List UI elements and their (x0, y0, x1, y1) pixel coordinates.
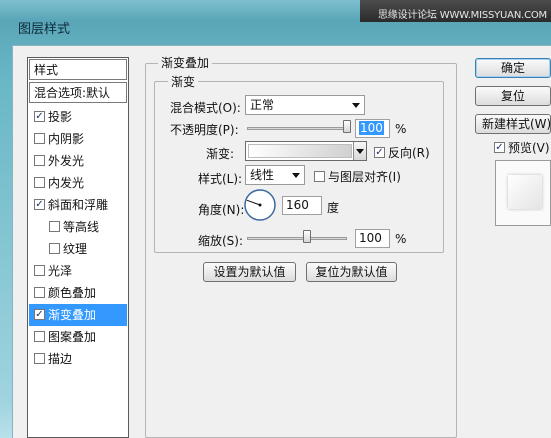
checkbox-icon: ✓ (374, 147, 385, 158)
style-list-item[interactable]: 外发光 (29, 150, 127, 172)
checkbox-icon[interactable]: ✓ (34, 111, 45, 122)
make-default-button[interactable]: 设置为默认值 (203, 262, 296, 282)
style-preview-box (495, 160, 551, 226)
checkbox-icon[interactable] (49, 221, 60, 232)
scale-slider-thumb[interactable] (303, 230, 311, 243)
chevron-down-icon (356, 149, 364, 154)
new-style-button[interactable]: 新建样式(W)... (475, 114, 551, 134)
style-list-item[interactable]: 内发光 (29, 172, 127, 194)
align-with-layer-checkbox[interactable]: 与图层对齐(I) (314, 168, 401, 185)
section-title: 渐变叠加 (158, 54, 213, 71)
scale-input[interactable]: 100 (355, 229, 390, 248)
style-list-item-label: 投影 (48, 110, 73, 124)
style-list-item-label: 斜面和浮雕 (48, 198, 109, 212)
checkbox-icon: ✓ (494, 142, 505, 153)
style-list-item-label: 光泽 (48, 264, 73, 278)
opacity-unit: % (395, 122, 407, 136)
ok-button[interactable]: 确定 (475, 58, 551, 78)
style-list-item[interactable]: 图案叠加 (29, 326, 127, 348)
reset-button[interactable]: 复位 (475, 86, 551, 106)
checkbox-icon[interactable] (34, 177, 45, 188)
gradient-group-title: 渐变 (168, 73, 199, 90)
gradient-style-dropdown[interactable]: 线性 (245, 165, 305, 185)
checkbox-icon[interactable]: ✓ (34, 309, 45, 320)
gradient-picker[interactable] (245, 141, 367, 161)
checkbox-icon[interactable] (49, 243, 60, 254)
checkbox-icon (314, 171, 325, 182)
style-preview-swatch (508, 175, 542, 209)
style-label: 样式(L): (198, 172, 243, 186)
checkbox-icon[interactable] (34, 287, 45, 298)
style-list-item-label: 渐变叠加 (48, 308, 97, 322)
style-list-item[interactable]: ✓ 渐变叠加 (29, 304, 127, 326)
checkbox-icon[interactable] (34, 331, 45, 342)
angle-dial-center (258, 203, 262, 207)
dialog-title: 图层样式 (18, 22, 71, 37)
opacity-slider-track[interactable] (247, 127, 347, 130)
style-list-item[interactable]: 颜色叠加 (29, 282, 127, 304)
blend-mode-label: 混合模式(O): (170, 101, 241, 115)
scale-slider-track[interactable] (247, 237, 347, 240)
style-list-item[interactable]: 内阴影 (29, 128, 127, 150)
opacity-value: 100 (359, 121, 384, 135)
reverse-label: 反向(R) (388, 146, 430, 160)
chevron-down-icon (292, 173, 300, 178)
style-list-item-label: 内发光 (48, 176, 85, 190)
checkbox-icon[interactable]: ✓ (34, 199, 45, 210)
angle-input[interactable]: 160 (282, 196, 322, 215)
blend-mode-value: 正常 (250, 98, 275, 112)
preview-label: 预览(V) (508, 141, 550, 155)
opacity-label: 不透明度(P): (170, 123, 239, 137)
opacity-slider-thumb[interactable] (343, 120, 351, 133)
angle-dial[interactable] (243, 188, 277, 222)
style-list-item-label: 等高线 (63, 220, 100, 234)
style-list-item-label: 颜色叠加 (48, 286, 97, 300)
blending-options-item[interactable]: 混合选项:默认 (29, 82, 127, 103)
scale-unit: % (395, 232, 407, 246)
style-list-item-label: 图案叠加 (48, 330, 97, 344)
checkbox-icon[interactable] (34, 265, 45, 276)
gradient-label: 渐变: (206, 147, 235, 161)
checkbox-icon[interactable] (34, 133, 45, 144)
style-list-item-label: 外发光 (48, 154, 85, 168)
styles-header-item[interactable]: 样式 (29, 59, 127, 80)
checkbox-icon[interactable] (34, 155, 45, 166)
style-list-item[interactable]: 光泽 (29, 260, 127, 282)
style-list-item[interactable]: 等高线 (29, 216, 127, 238)
reverse-checkbox[interactable]: ✓ 反向(R) (374, 144, 430, 161)
gradient-preview-swatch (248, 144, 352, 158)
angle-unit: 度 (327, 201, 340, 215)
watermark-text: 思缘设计论坛 WWW.MISSYUAN.COM (378, 10, 547, 21)
opacity-input[interactable]: 100 (355, 119, 390, 138)
reset-to-default-button[interactable]: 复位为默认值 (306, 262, 397, 282)
blend-mode-dropdown[interactable]: 正常 (245, 95, 365, 115)
scale-label: 缩放(S): (198, 234, 244, 248)
style-list-item-label: 内阴影 (48, 132, 85, 146)
style-list-item[interactable]: 描边 (29, 348, 127, 370)
checkbox-icon[interactable] (34, 353, 45, 364)
style-list-panel: 样式 混合选项:默认 ✓ 投影 内阴影 外发光 内发光 ✓ 斜面和浮雕 等高线 纹理 光泽 颜色叠加… (27, 57, 129, 438)
chevron-down-icon (352, 103, 360, 108)
style-list-item[interactable]: ✓ 投影 (29, 106, 127, 128)
align-with-layer-label: 与图层对齐(I) (328, 170, 401, 184)
style-list-item[interactable]: 纹理 (29, 238, 127, 260)
preview-checkbox[interactable]: ✓ 预览(V) (494, 139, 550, 156)
angle-label: 角度(N): (198, 203, 245, 217)
style-list-item-label: 纹理 (63, 242, 88, 256)
gradient-dropdown-button[interactable] (353, 142, 366, 160)
style-list-item[interactable]: ✓ 斜面和浮雕 (29, 194, 127, 216)
style-list-item-label: 描边 (48, 352, 73, 366)
gradient-style-value: 线性 (250, 168, 275, 182)
